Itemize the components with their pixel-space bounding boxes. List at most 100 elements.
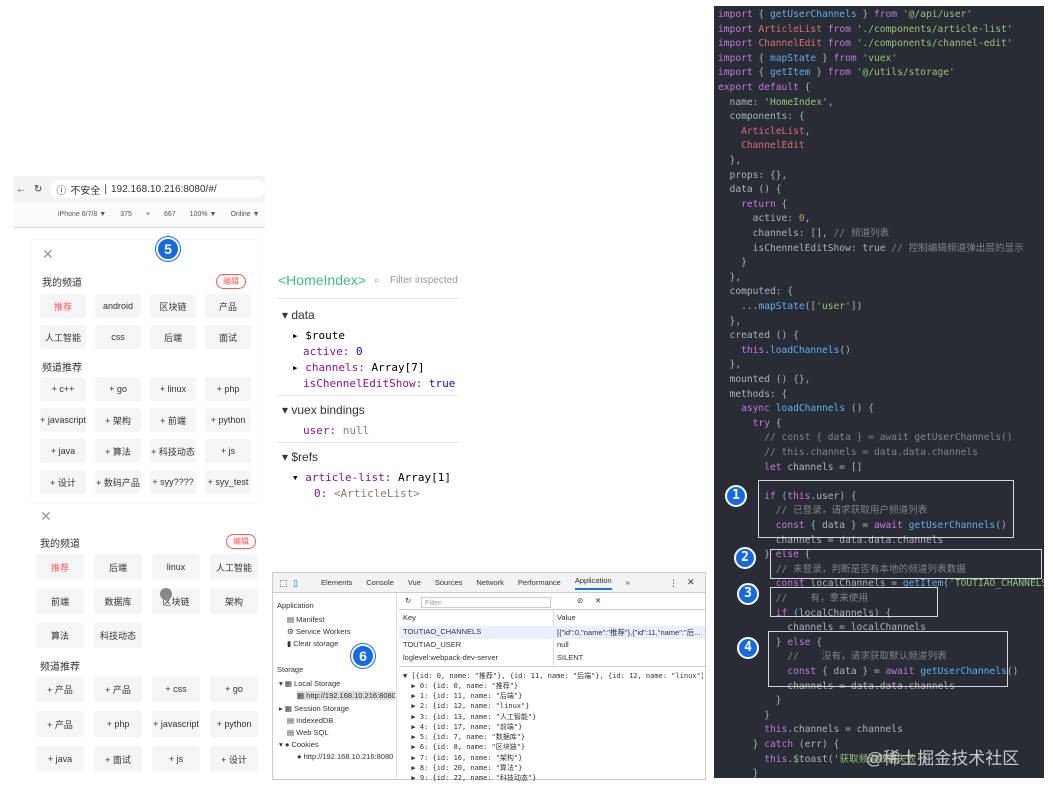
channel-chip[interactable]: 后端 — [150, 325, 196, 349]
channel-chip[interactable]: + syy???? — [150, 470, 196, 494]
width-field[interactable]: 375 — [120, 211, 132, 218]
edit-button[interactable]: 编辑 — [226, 534, 256, 549]
channel-chip[interactable]: + php — [205, 377, 251, 401]
col-key-header[interactable]: Key — [403, 613, 416, 622]
close-icon[interactable]: ✕ — [42, 246, 54, 263]
channel-chip[interactable]: + 算法 — [95, 439, 141, 463]
channel-chip[interactable]: + go — [95, 377, 141, 401]
channel-chip[interactable]: + java — [40, 439, 86, 463]
channel-chip[interactable]: + syy_test — [205, 470, 251, 494]
channel-chip[interactable]: + 设计 — [210, 746, 258, 772]
delete-icon[interactable]: ✕ — [595, 596, 601, 605]
close-icon[interactable]: ✕ — [40, 508, 52, 525]
cookies-item[interactable]: ▾ ● Cookies — [279, 740, 319, 749]
channel-chip[interactable]: + 产品 — [36, 676, 84, 702]
channel-chip[interactable]: + python — [210, 711, 258, 737]
channel-chip[interactable]: + 产品 — [94, 676, 142, 702]
indexeddb-item[interactable]: ▤ IndexedDB — [287, 716, 333, 725]
route-row[interactable]: ▸ $route — [292, 329, 345, 342]
filter-input[interactable]: Filter — [421, 597, 551, 608]
refresh-icon[interactable]: ↻ — [405, 596, 411, 605]
channel-chip[interactable]: + 设计 — [40, 470, 86, 494]
channel-chip[interactable]: + js — [205, 439, 251, 463]
channel-chip[interactable]: 面试 — [205, 325, 251, 349]
back-arrow-icon[interactable]: ← — [16, 184, 26, 195]
inspect-icon[interactable]: ⬚ — [279, 578, 288, 589]
devtools-tab[interactable]: Vue — [408, 578, 421, 587]
zoom-select[interactable]: 100% ▼ — [190, 211, 217, 218]
code-line: try { — [752, 417, 782, 429]
channel-chip[interactable]: + 前端 — [150, 408, 196, 432]
channel-chip[interactable]: + java — [36, 746, 84, 772]
channel-chip[interactable]: 后端 — [94, 554, 142, 580]
devtools-tab[interactable]: Performance — [518, 578, 561, 587]
channel-chip[interactable]: css — [95, 325, 141, 349]
devtools-tab[interactable]: Application — [574, 576, 612, 590]
channel-chip[interactable]: + 面试 — [94, 746, 142, 772]
height-field[interactable]: 667 — [164, 211, 176, 218]
manifest-item[interactable]: ▤ Manifest — [287, 615, 325, 624]
channels-row[interactable]: ▸ channels: Array[7] — [292, 361, 424, 374]
code-line: props: {}, — [718, 169, 788, 181]
table-row[interactable]: loglevel:webpack-dev-server SILENT — [399, 652, 705, 665]
devtools-tab[interactable]: » — [626, 578, 630, 587]
article-list-row[interactable]: ▾ article-list: Array[1] — [292, 471, 451, 484]
channel-chip[interactable]: 产品 — [205, 294, 251, 318]
channel-chip[interactable]: + 架构 — [95, 408, 141, 432]
channel-chip[interactable]: + python — [205, 408, 251, 432]
edit-button[interactable]: 编辑 — [216, 274, 246, 289]
local-storage-url[interactable]: ▦ http://192.168.10.216:8080 — [297, 691, 395, 700]
refs-section-header[interactable]: ▾ $refs — [282, 450, 318, 464]
clear-storage-item[interactable]: ▮ Clear storage — [287, 639, 338, 648]
filter-input[interactable]: Filter inspected — [390, 275, 458, 286]
col-value-header[interactable]: Value — [557, 613, 576, 622]
channel-chip[interactable]: + javascript — [40, 408, 86, 432]
channel-chip[interactable]: + c++ — [40, 377, 86, 401]
channel-chip[interactable]: + go — [210, 676, 258, 702]
more-icon[interactable]: ⋮ — [669, 578, 678, 589]
channel-chip[interactable]: android — [95, 294, 141, 318]
channel-chip[interactable]: + 产品 — [36, 711, 84, 737]
channel-chip[interactable]: 人工智能 — [40, 325, 86, 349]
session-storage-item[interactable]: ▸ ▦ Session Storage — [279, 704, 349, 713]
websql-item[interactable]: ▤ Web SQL — [287, 728, 329, 737]
channel-chip[interactable]: 前端 — [36, 588, 84, 614]
channel-chip[interactable]: + css — [152, 676, 200, 702]
channel-chip[interactable]: 架构 — [210, 588, 258, 614]
channel-chip[interactable]: 推荐 — [40, 294, 86, 318]
channel-chip[interactable]: + javascript — [152, 711, 200, 737]
channel-chip[interactable]: + 数码产品 — [95, 470, 141, 494]
channel-chip[interactable]: 数据库 — [94, 588, 142, 614]
devtools-tab[interactable]: Network — [476, 578, 504, 587]
table-row[interactable]: TOUTIAO_USER null — [399, 639, 705, 652]
devtools-tab[interactable]: Sources — [435, 578, 463, 587]
clear-all-icon[interactable]: ⊘ — [577, 596, 583, 605]
table-row[interactable]: TOUTIAO_CHANNELS [{"id":0,"name":"推荐"},{"… — [399, 626, 705, 639]
channel-chip[interactable]: + js — [152, 746, 200, 772]
data-section-header[interactable]: ▾ data — [282, 308, 315, 322]
channel-chip[interactable]: 人工智能 — [210, 554, 258, 580]
devtools-tab[interactable]: Elements — [321, 578, 352, 587]
close-icon[interactable]: ✕ — [687, 577, 695, 588]
device-toggle-icon[interactable]: ▯ — [293, 578, 298, 589]
reload-icon[interactable]: ↻ — [34, 184, 42, 195]
channel-chip[interactable]: 推荐 — [36, 554, 84, 580]
cursor-dot — [160, 588, 172, 600]
channel-chip[interactable]: + php — [94, 711, 142, 737]
device-select[interactable]: iPhone 6/7/8 ▼ — [58, 211, 106, 218]
service-workers-item[interactable]: ⚙ Service Workers — [287, 627, 351, 636]
channel-chip[interactable]: + linux — [150, 377, 196, 401]
channel-chip[interactable]: linux — [152, 554, 200, 580]
preview-line: ▶ 5: {id: 7, name: "数据库"} — [403, 733, 526, 742]
channel-chip[interactable]: + 科技动态 — [150, 439, 196, 463]
devtools-tab[interactable]: Console — [366, 578, 394, 587]
address-bar[interactable]: ⓘ 不安全 | 192.168.10.216:8080/#/ — [50, 180, 265, 198]
channel-chip[interactable]: 科技动态 — [94, 622, 142, 648]
channel-chip[interactable]: 算法 — [36, 622, 84, 648]
network-select[interactable]: Online ▼ — [230, 211, 259, 218]
local-storage-item[interactable]: ▾ ▦ Local Storage — [279, 679, 340, 688]
step-badge-1: 1 — [725, 485, 747, 507]
vuex-section-header[interactable]: ▾ vuex bindings — [282, 403, 365, 417]
channel-chip[interactable]: 区块链 — [150, 294, 196, 318]
cookie-url[interactable]: ● http://192.168.10.216:8080 — [297, 752, 395, 761]
